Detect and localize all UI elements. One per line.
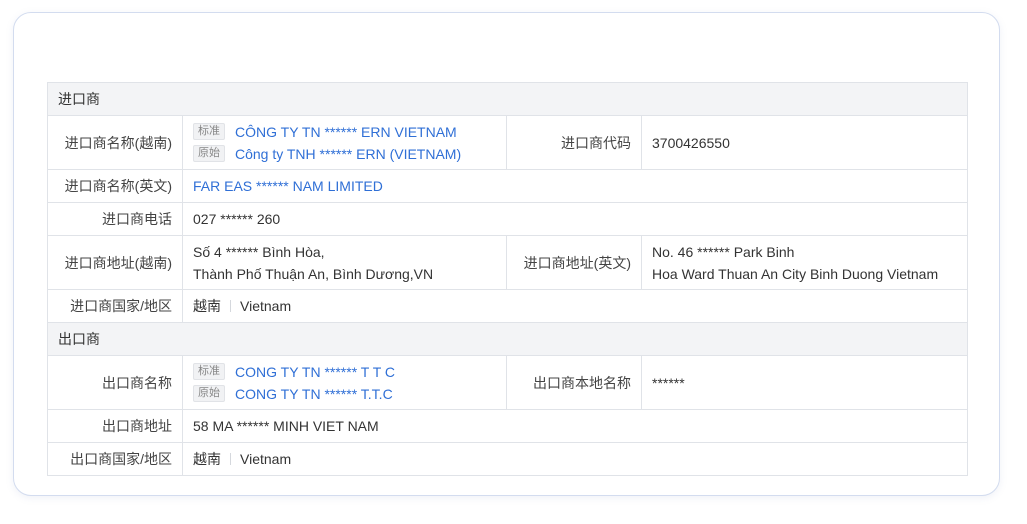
exporter-country-cell: 越南 Vietnam (182, 442, 968, 476)
importer-country-cell: 越南 Vietnam (182, 289, 968, 323)
exporter-address-value: 58 MA ****** MINH VIET NAM (182, 409, 968, 443)
importer-address-vn-line2: Thành Phố Thuận An, Bình Dương,VN (193, 265, 434, 282)
importer-name-vn-label: 进口商名称(越南) (47, 115, 183, 170)
standard-tag: 标准 (193, 363, 225, 380)
importer-name-vn-standard-link[interactable]: CÔNG TY TN ****** ERN VIETNAM (235, 121, 457, 143)
importer-code-value: 3700426550 (641, 115, 968, 170)
importer-phone-value: 027 ****** 260 (182, 202, 968, 236)
exporter-country-zh: 越南 (193, 451, 221, 467)
importer-country-en: Vietnam (240, 298, 292, 314)
importer-name-en-label: 进口商名称(英文) (47, 169, 183, 203)
importer-phone-label: 进口商电话 (47, 202, 183, 236)
importer-code-label: 进口商代码 (506, 115, 642, 170)
exporter-section-header: 出口商 (47, 322, 968, 356)
divider (230, 300, 231, 312)
importer-name-en-link[interactable]: FAR EAS ****** NAM LIMITED (193, 178, 383, 194)
exporter-country-label: 出口商国家/地区 (47, 442, 183, 476)
standard-tag: 标准 (193, 123, 225, 140)
importer-country-zh: 越南 (193, 298, 221, 314)
exporter-name-original-link[interactable]: CONG TY TN ****** T.T.C (235, 383, 393, 405)
importer-address-en-label: 进口商地址(英文) (506, 235, 642, 290)
importer-address-en-cell: No. 46 ****** Park Binh Hoa Ward Thuan A… (641, 235, 968, 290)
importer-name-vn-original-link[interactable]: Công ty TNH ****** ERN (VIETNAM) (235, 143, 461, 165)
importer-address-vn-line1: Số 4 ****** Bình Hòa, (193, 243, 325, 260)
importer-address-en-line2: Hoa Ward Thuan An City Binh Duong Vietna… (652, 265, 939, 282)
importer-name-vn-cell: 标准 CÔNG TY TN ****** ERN VIETNAM 原始 Công… (182, 115, 507, 170)
trade-info-table: 进口商 进口商名称(越南) 标准 CÔNG TY TN ****** ERN V… (47, 82, 968, 476)
importer-address-vn-cell: Số 4 ****** Bình Hòa, Thành Phố Thuận An… (182, 235, 507, 290)
original-tag: 原始 (193, 385, 225, 402)
exporter-local-name-label: 出口商本地名称 (506, 355, 642, 410)
exporter-name-label: 出口商名称 (47, 355, 183, 410)
exporter-country-en: Vietnam (240, 451, 292, 467)
importer-section-header: 进口商 (47, 82, 968, 116)
exporter-address-label: 出口商地址 (47, 409, 183, 443)
importer-address-en-line1: No. 46 ****** Park Binh (652, 243, 795, 260)
divider (230, 453, 231, 465)
exporter-name-standard-link[interactable]: CONG TY TN ****** T T C (235, 361, 395, 383)
exporter-name-cell: 标准 CONG TY TN ****** T T C 原始 CONG TY TN… (182, 355, 507, 410)
importer-country-label: 进口商国家/地区 (47, 289, 183, 323)
exporter-local-name-value: ****** (641, 355, 968, 410)
importer-address-vn-label: 进口商地址(越南) (47, 235, 183, 290)
importer-name-en-cell: FAR EAS ****** NAM LIMITED (182, 169, 968, 203)
original-tag: 原始 (193, 145, 225, 162)
